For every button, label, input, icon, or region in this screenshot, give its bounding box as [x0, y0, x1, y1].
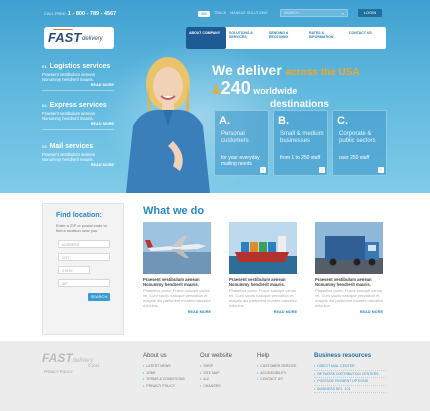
top-links: 360 TRACK MANAGE SOLUTIONS	[198, 11, 268, 17]
footer-link[interactable]: CHANGES	[200, 383, 232, 390]
tagline: We deliver across the USA &240 worldwide…	[212, 62, 360, 110]
list-item: Praesent vestibulum aenean Nonummy hendr…	[143, 277, 211, 314]
read-more-link[interactable]: READ MORE	[315, 310, 383, 314]
zip-field[interactable]: ZIP	[58, 279, 110, 287]
read-more-link[interactable]: READ MORE	[229, 310, 297, 314]
top-link-track[interactable]: TRACK	[214, 11, 226, 17]
woman-photo	[126, 57, 210, 193]
find-location-panel: Find location: Enter a ZIP or postal cod…	[42, 203, 124, 335]
service-logistics: 01. Logistics services Praesent vestibulu…	[42, 63, 114, 91]
list-item: Praesent vestibulum aenean Nonummy hendr…	[229, 277, 297, 314]
footer-link[interactable]: CUSTOMER SERVICE	[257, 363, 296, 370]
footer-link[interactable]: CONTACT US	[257, 376, 296, 383]
nav-sending[interactable]: SENDING & RECEIVING	[266, 27, 306, 49]
ship-image[interactable]	[229, 222, 297, 274]
section-title: What we do	[143, 205, 205, 217]
card-corporate[interactable]: C. Corporate & public sectors over 250 s…	[332, 110, 387, 176]
address-field[interactable]: ADDRESS	[58, 240, 110, 248]
footer-col-about: About us LATEST NEWS JOBS TERMS & CONDIT…	[143, 353, 185, 389]
footer-link[interactable]: PRIVACY POLICY	[143, 383, 185, 390]
copyright: © 2013	[88, 364, 100, 368]
login-button[interactable]: LOGIN	[358, 9, 382, 17]
arrow-icon[interactable]: ›	[319, 167, 325, 173]
read-more-link[interactable]: READ MORE	[42, 122, 114, 126]
footer-link[interactable]: BUSINESS REL. 101	[314, 386, 386, 393]
service-mail: 03. Mail services Praesent vestibulum aen…	[42, 143, 114, 167]
state-select[interactable]: STATE	[58, 266, 90, 274]
privacy-link[interactable]: PRIVACY POLICY	[44, 370, 73, 374]
read-more-link[interactable]: READ MORE	[42, 83, 114, 87]
nav-rates[interactable]: RATES & INFORMATION	[306, 27, 346, 49]
nav-contact[interactable]: CONTACT US	[346, 27, 386, 49]
footer-col-help: Help CUSTOMER SERVICE ACCESSIBILITY CONT…	[257, 353, 296, 383]
card-small-business[interactable]: B. Small & medium businesses from 1 to 2…	[273, 110, 328, 176]
footer-logo[interactable]: FASTdelivery	[42, 351, 93, 365]
search-icon: ⌕	[341, 11, 344, 16]
footer-col-resources: Business resources DIRECT MAIL CENTER NE…	[314, 353, 386, 393]
arrow-icon[interactable]: ›	[260, 167, 266, 173]
search-input[interactable]: SEARCH... ⌕	[280, 9, 348, 17]
find-title: Find location:	[56, 212, 102, 219]
read-more-link[interactable]: READ MORE	[42, 163, 114, 167]
list-item: Praesent vestibulum aenean Nonummy hendr…	[315, 277, 383, 314]
city-field[interactable]: CITY	[58, 253, 110, 261]
footer-link[interactable]: DIRECT MAIL CENTER	[314, 363, 386, 371]
arrow-icon[interactable]: ›	[378, 167, 384, 173]
service-express: 02. Express services Praesent vestibulum …	[42, 102, 114, 130]
card-personal[interactable]: A. Personal customers for your everyday …	[214, 110, 269, 176]
footer-link[interactable]: POSTAGE PAYMENT OPTIONS	[314, 378, 386, 386]
logo[interactable]: FAST delivery	[44, 27, 114, 49]
truck-image[interactable]	[315, 222, 383, 274]
search-button[interactable]: SEARCH	[88, 293, 110, 301]
footer-link[interactable]: NETWORK DISTRIBUTION CENTERS	[314, 371, 386, 378]
top-link-360[interactable]: 360	[198, 11, 210, 17]
airplane-image[interactable]	[143, 222, 211, 274]
nav-solutions[interactable]: SOLUTIONS & SERVICES	[226, 27, 266, 49]
read-more-link[interactable]: READ MORE	[143, 310, 211, 314]
footer-col-website: Our website SHOP SITE MAP A-Z CHANGES	[200, 353, 232, 389]
top-link-manage[interactable]: MANAGE SOLUTIONS	[230, 11, 267, 17]
footer-link[interactable]: TERMS & CONDITIONS	[143, 376, 185, 383]
phone-info: CALL FREE: 1 - 800 - 789 - 4567	[44, 11, 117, 17]
